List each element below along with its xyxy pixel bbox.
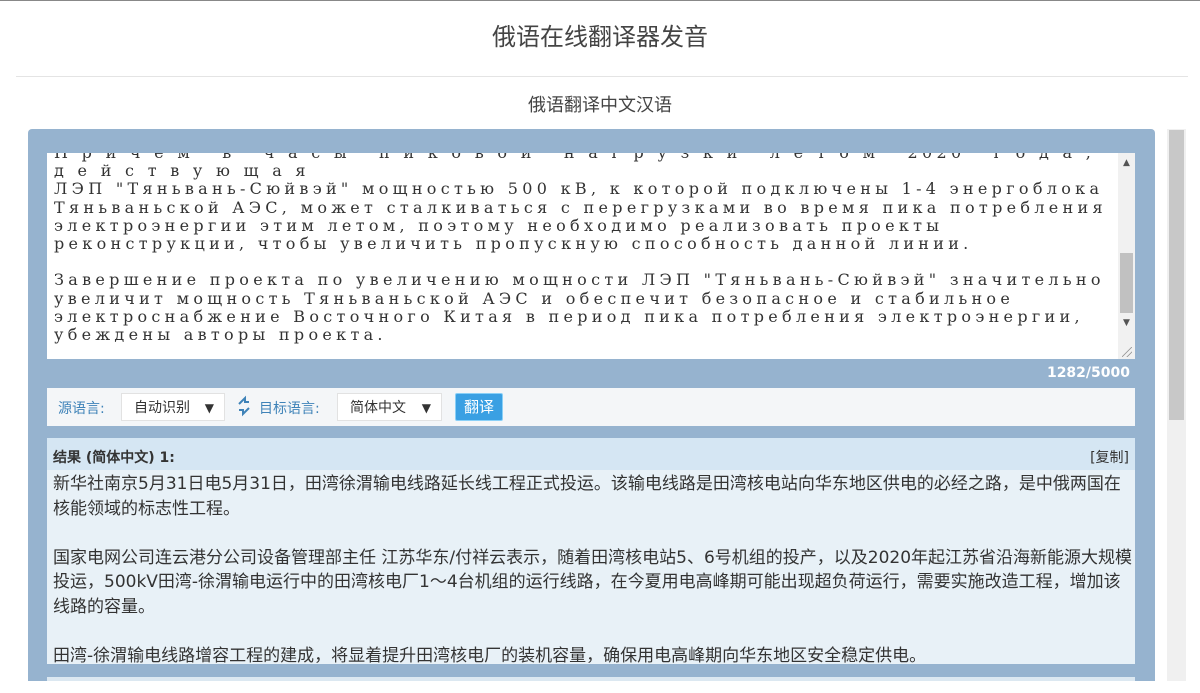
- translate-button[interactable]: 翻译: [455, 393, 503, 421]
- result-paragraph: 田湾-徐渭输电线路增容工程的建成，将显着提升田湾核电厂的装机容量，确保用电高峰期…: [53, 645, 927, 666]
- copy-button[interactable]: [复制]: [1090, 447, 1129, 467]
- result-paragraph: 新华社南京5月31日电5月31日，田湾徐渭输电线路延长线工程正式投运。该输电线路…: [53, 474, 1121, 519]
- page-scroll-thumb[interactable]: [1169, 130, 1184, 420]
- result-header: 结果 (简体中文) 1: [复制]: [47, 438, 1135, 470]
- source-text[interactable]: П р и ч е м в ч а с ы п и к о в о й н а …: [54, 153, 1116, 344]
- result-panel: 结果 (简体中文) 1: [复制] 新华社南京5月31日电5月31日，田湾徐渭输…: [47, 438, 1135, 666]
- scroll-down-arrow-icon[interactable]: ▼: [1118, 315, 1135, 331]
- language-controls: 源语言: 自动识别 ▼ 目标语言: 简体中文 ▼ 翻译: [47, 388, 1135, 426]
- header-divider: [16, 76, 1188, 77]
- source-language-label: 源语言:: [58, 401, 105, 417]
- char-count: 1282/5000: [1046, 365, 1130, 381]
- source-language-select[interactable]: 自动识别 ▼: [121, 393, 225, 421]
- result-text: 新华社南京5月31日电5月31日，田湾徐渭输电线路延长线工程正式投运。该输电线路…: [53, 472, 1133, 693]
- source-language-value: 自动识别: [134, 400, 190, 416]
- result-title: 结果 (简体中文) 1:: [53, 450, 175, 466]
- page-title: 俄语在线翻译器发音: [492, 23, 708, 51]
- textarea-scroll-thumb[interactable]: [1120, 253, 1133, 313]
- target-language-label: 目标语言:: [259, 401, 320, 417]
- chevron-down-icon: ▼: [204, 401, 214, 415]
- target-language-value: 简体中文: [350, 400, 406, 416]
- page-scrollbar[interactable]: [1167, 129, 1186, 681]
- result-paragraph: 国家电网公司连云港分公司设备管理部主任 江苏华东/付祥云表示，随着田湾核电站5、…: [53, 547, 1133, 617]
- top-border: [0, 0, 1200, 1]
- page-subtitle: 俄语翻译中文汉语: [528, 95, 672, 116]
- resize-grip-icon[interactable]: [1122, 347, 1132, 357]
- textarea-scrollbar[interactable]: ▲ ▼: [1118, 153, 1135, 359]
- source-textarea[interactable]: П р и ч е м в ч а с ы п и к о в о й н а …: [47, 153, 1135, 359]
- scroll-up-arrow-icon[interactable]: ▲: [1118, 155, 1135, 171]
- target-language-select[interactable]: 简体中文 ▼: [337, 393, 442, 421]
- chevron-down-icon: ▼: [421, 401, 431, 415]
- swap-arrows-icon[interactable]: [237, 395, 251, 417]
- next-section-edge: [47, 677, 1135, 681]
- translator-panel: П р и ч е м в ч а с ы п и к о в о й н а …: [28, 129, 1155, 681]
